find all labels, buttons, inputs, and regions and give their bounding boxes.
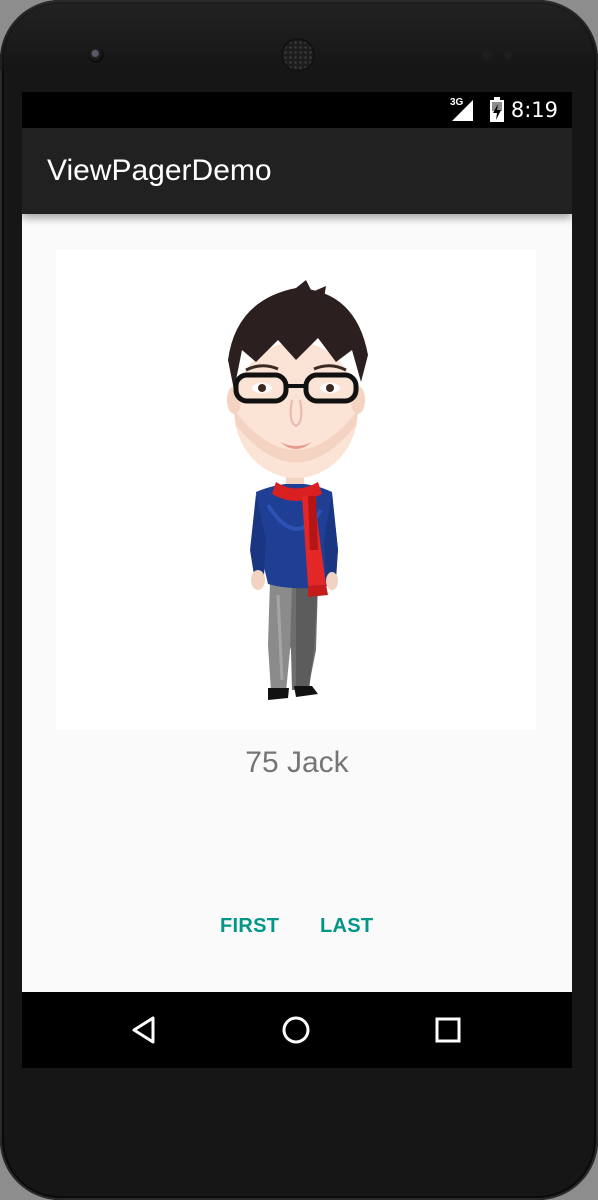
navigation-bar xyxy=(22,992,572,1068)
first-button[interactable]: FIRST xyxy=(212,909,287,944)
screen: 3G 8:19 ViewPagerDemo 75 Jack FIRST LAST xyxy=(22,92,572,1068)
view-pager[interactable]: 75 Jack xyxy=(22,214,572,994)
status-bar: 3G 8:19 xyxy=(22,92,572,128)
proximity-sensor xyxy=(482,50,492,60)
front-camera xyxy=(88,47,104,63)
home-icon[interactable] xyxy=(276,1010,316,1050)
app-bar: ViewPagerDemo xyxy=(22,128,572,214)
cartoon-man-illustration xyxy=(227,280,368,700)
battery-charging-icon xyxy=(490,97,504,122)
speaker-grille xyxy=(283,40,313,70)
status-clock: 8:19 xyxy=(510,98,558,122)
phone-frame: 3G 8:19 ViewPagerDemo 75 Jack FIRST LAST xyxy=(0,0,598,1200)
page-caption: 75 Jack xyxy=(245,746,349,779)
signal-icon xyxy=(452,100,473,121)
app-title: ViewPagerDemo xyxy=(47,154,272,187)
light-sensor xyxy=(504,51,512,59)
recents-icon[interactable] xyxy=(428,1010,468,1050)
avatar-image xyxy=(56,250,536,730)
back-icon[interactable] xyxy=(124,1010,164,1050)
last-button[interactable]: LAST xyxy=(312,909,381,944)
button-row: FIRST LAST xyxy=(22,897,572,957)
